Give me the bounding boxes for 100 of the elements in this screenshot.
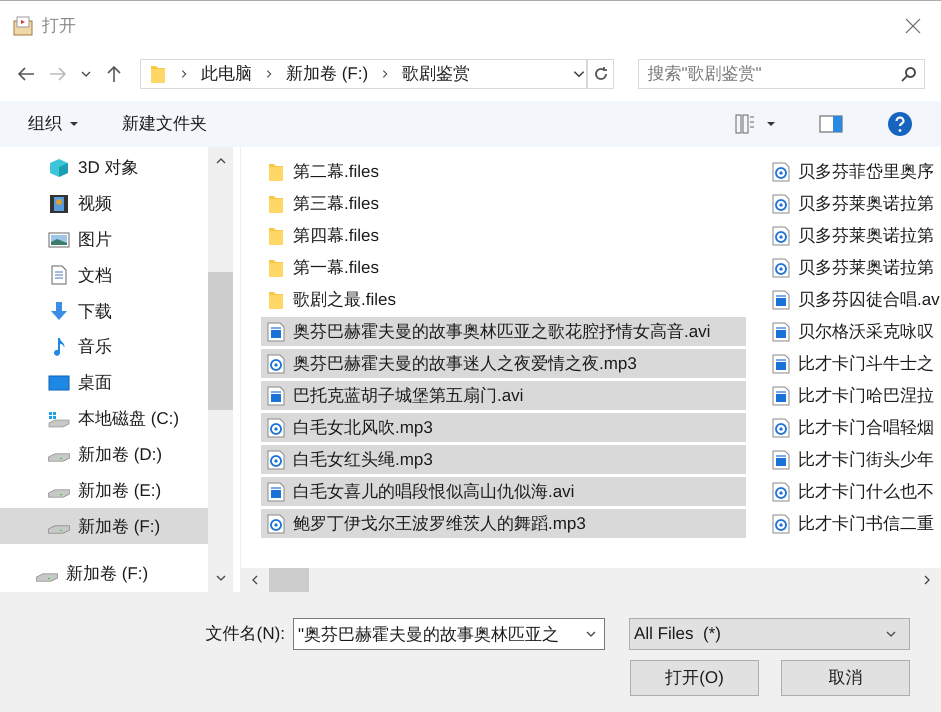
folder-icon — [267, 162, 285, 182]
nav-item[interactable]: 音乐 — [0, 329, 208, 366]
file-item[interactable]: 贝多芬莱奥诺拉第 — [766, 221, 941, 250]
close-icon — [905, 18, 921, 34]
file-item[interactable]: 第三幕.files — [261, 189, 746, 218]
nav-item[interactable]: 本地磁盘 (C:) — [0, 400, 208, 437]
address-bar[interactable]: 此电脑 新加卷 (F:) 歌剧鉴赏 — [140, 59, 587, 89]
video-file-icon — [267, 386, 285, 406]
audio-file-icon — [772, 258, 790, 278]
chevron-icon — [264, 69, 274, 79]
audio-file-icon — [267, 514, 285, 534]
view-options-button[interactable] — [735, 114, 775, 134]
down-arrow-icon — [48, 301, 70, 322]
file-item[interactable]: 第四幕.files — [261, 221, 746, 250]
new-folder-button[interactable]: 新建文件夹 — [122, 111, 207, 137]
file-item[interactable]: 比才卡门什么也不 — [766, 477, 941, 506]
file-item[interactable]: 贝尔格沃采克咏叹 — [766, 317, 941, 346]
file-item[interactable]: 白毛女喜儿的唱段恨似高山仇似海.avi — [261, 477, 746, 506]
refresh-icon — [592, 66, 609, 82]
file-item[interactable]: 巴托克蓝胡子城堡第五扇门.avi — [261, 381, 746, 410]
file-item[interactable]: 奥芬巴赫霍夫曼的故事迷人之夜爱情之夜.mp3 — [261, 349, 746, 378]
video-file-icon — [772, 450, 790, 470]
audio-file-icon — [267, 450, 285, 470]
audio-file-icon — [772, 514, 790, 534]
video-file-icon — [772, 386, 790, 406]
nav-item[interactable]: 新加卷 (F:) — [0, 508, 208, 544]
help-icon — [887, 111, 913, 137]
file-item[interactable]: 第一幕.files — [261, 253, 746, 282]
file-item[interactable]: 奥芬巴赫霍夫曼的故事奥林匹亚之歌花腔抒情女高音.avi — [261, 317, 746, 346]
refresh-button[interactable] — [586, 59, 614, 89]
audio-file-icon — [772, 226, 790, 246]
folder-icon — [267, 258, 285, 278]
folder-icon — [149, 64, 167, 84]
nav-item[interactable]: 新加卷 (F:) — [0, 556, 208, 592]
caret-icon — [767, 120, 775, 128]
audio-file-icon — [267, 354, 285, 374]
file-item[interactable]: 比才卡门街头少年 — [766, 445, 941, 474]
open-button[interactable]: 打开(O) — [630, 660, 759, 696]
file-item[interactable]: 白毛女北风吹.mp3 — [261, 413, 746, 442]
breadcrumb[interactable]: 歌剧鉴赏 — [402, 61, 470, 87]
file-item[interactable]: 比才卡门哈巴涅拉 — [766, 381, 941, 410]
landscape-icon — [48, 230, 70, 250]
file-item[interactable]: 贝多芬囚徒合唱.av — [766, 285, 941, 314]
nav-item[interactable]: 视频 — [0, 186, 208, 222]
video-file-icon — [772, 354, 790, 374]
file-type-dropdown[interactable]: All Files (*) — [629, 618, 910, 650]
folder-icon — [267, 290, 285, 310]
caret-icon — [70, 120, 78, 128]
nav-item[interactable]: 桌面 — [0, 365, 208, 401]
file-item[interactable]: 比才卡门合唱轻烟 — [766, 413, 941, 442]
audio-file-icon — [267, 418, 285, 438]
nav-item[interactable]: 3D 对象 — [0, 150, 208, 186]
filename-label: 文件名(N): — [206, 623, 285, 646]
file-item[interactable]: 比才卡门斗牛士之 — [766, 349, 941, 378]
window-title: 打开 — [42, 15, 76, 38]
folder-icon — [267, 226, 285, 246]
file-item[interactable]: 第二幕.files — [261, 157, 746, 186]
app-icon — [12, 15, 34, 37]
monitor-icon — [48, 372, 70, 393]
folder-icon — [267, 194, 285, 214]
preview-pane-button[interactable] — [819, 114, 843, 134]
horizontal-scrollbar[interactable] — [241, 568, 941, 592]
nav-item[interactable]: 新加卷 (E:) — [0, 472, 208, 508]
video-file-icon — [772, 290, 790, 310]
nav-item[interactable]: 图片 — [0, 222, 208, 258]
file-item[interactable]: 白毛女红头绳.mp3 — [261, 445, 746, 474]
help-button[interactable] — [887, 111, 913, 137]
audio-file-icon — [772, 482, 790, 502]
pane-icon — [819, 114, 843, 134]
chevron-icon — [179, 69, 189, 79]
scrollbar-thumb[interactable] — [269, 568, 309, 592]
search-field[interactable]: 搜索"歌剧鉴赏" — [638, 59, 925, 89]
audio-file-icon — [772, 162, 790, 182]
file-item[interactable]: 贝多芬莱奥诺拉第 — [766, 253, 941, 282]
file-item[interactable]: 贝多芬莱奥诺拉第 — [766, 189, 941, 218]
drive-icon — [48, 524, 70, 534]
video-file-icon — [772, 322, 790, 342]
nav-item[interactable]: 下载 — [0, 293, 208, 330]
search-icon — [901, 66, 917, 82]
file-item[interactable]: 比才卡门书信二重 — [766, 509, 941, 538]
breadcrumb[interactable]: 新加卷 (F:) — [286, 61, 368, 87]
video-file-icon — [267, 322, 285, 342]
file-item[interactable]: 贝多芬菲岱里奥序 — [766, 157, 941, 186]
cube-icon — [48, 158, 70, 178]
file-item[interactable]: 歌剧之最.files — [261, 285, 746, 314]
view-grid-icon — [735, 114, 755, 134]
nav-item[interactable]: 新加卷 (D:) — [0, 436, 208, 473]
scrollbar-thumb[interactable] — [208, 272, 233, 410]
video-file-icon — [267, 482, 285, 502]
film-icon — [48, 194, 70, 214]
drive-icon — [36, 572, 58, 582]
file-item[interactable]: 鲍罗丁伊戈尔王波罗维茨人的舞蹈.mp3 — [261, 509, 746, 538]
drive-icon — [48, 453, 70, 462]
breadcrumb[interactable]: 此电脑 — [201, 61, 252, 87]
vertical-scrollbar[interactable] — [208, 147, 233, 592]
drive-icon — [48, 489, 70, 498]
cancel-button[interactable]: 取消 — [781, 660, 910, 696]
organize-menu[interactable]: 组织 — [28, 111, 78, 137]
nav-item[interactable]: 文档 — [0, 258, 208, 294]
filename-field[interactable]: "奥芬巴赫霍夫曼的故事奥林匹亚之 — [293, 618, 605, 650]
